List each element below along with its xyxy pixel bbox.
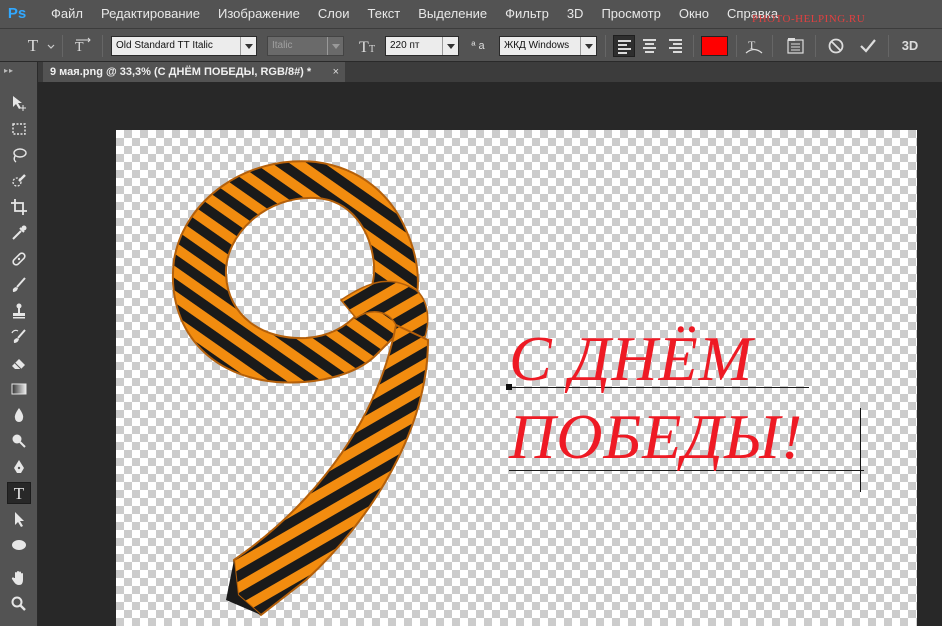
menu-file[interactable]: Файл: [42, 0, 92, 28]
font-size-icon: TT: [357, 36, 379, 56]
chevron-down-icon: [580, 37, 596, 55]
eraser-icon[interactable]: [7, 352, 31, 374]
3d-button[interactable]: 3D: [897, 36, 923, 56]
ribbon-number-nine-image: [171, 160, 430, 617]
document-canvas[interactable]: С ДНЁМ ПОБЕДЫ!: [116, 130, 917, 626]
menu-select[interactable]: Выделение: [409, 0, 496, 28]
eyedropper-icon[interactable]: [7, 222, 31, 244]
options-bar: T T Old Standard TT Italic Italic TT 220…: [0, 28, 942, 62]
separator: [888, 35, 889, 57]
separator: [736, 35, 737, 57]
quick-select-icon[interactable]: [7, 170, 31, 192]
move-icon[interactable]: [7, 92, 31, 114]
document-tab[interactable]: 9 мая.png @ 33,3% (С ДНЁМ ПОБЕДЫ, RGB/8#…: [43, 62, 345, 82]
menu-filter[interactable]: Фильтр: [496, 0, 558, 28]
preset-chevron-down-icon[interactable]: [46, 36, 56, 56]
close-icon[interactable]: ×: [333, 62, 339, 82]
path-select-icon[interactable]: [7, 508, 31, 530]
menu-view[interactable]: Просмотр: [592, 0, 669, 28]
lasso-icon[interactable]: [7, 144, 31, 166]
font-style-select[interactable]: Italic: [267, 36, 344, 56]
align-left-button[interactable]: [613, 35, 635, 57]
separator: [605, 35, 606, 57]
font-size-value: 220 пт: [390, 40, 420, 51]
menu-edit[interactable]: Редактирование: [92, 0, 209, 28]
type-tool-preset-icon[interactable]: T: [22, 36, 44, 56]
text-color-swatch[interactable]: [701, 36, 728, 56]
font-style-value: Italic: [272, 40, 293, 51]
svg-text:T: T: [359, 39, 369, 56]
separator: [62, 35, 63, 57]
font-family-select[interactable]: Old Standard TT Italic: [111, 36, 257, 56]
marquee-icon[interactable]: [7, 118, 31, 140]
type-icon[interactable]: T: [7, 482, 31, 504]
menu-type[interactable]: Текст: [359, 0, 410, 28]
menu-image[interactable]: Изображение: [209, 0, 309, 28]
cancel-edits-icon[interactable]: [825, 36, 847, 56]
align-right-button[interactable]: [665, 35, 687, 57]
zoom-icon[interactable]: [7, 593, 31, 615]
chevron-down-icon: [240, 37, 256, 55]
brush-icon[interactable]: [7, 274, 31, 296]
text-line-1[interactable]: С ДНЁМ: [509, 320, 879, 398]
character-panel-icon[interactable]: [785, 36, 807, 56]
crop-icon[interactable]: [7, 196, 31, 218]
separator: [693, 35, 694, 57]
stamp-icon[interactable]: [7, 300, 31, 322]
menu-bar: Ps Файл Редактирование Изображение Слои …: [0, 0, 942, 28]
separator: [772, 35, 773, 57]
font-size-select[interactable]: 220 пт: [385, 36, 459, 56]
menu-layer[interactable]: Слои: [309, 0, 359, 28]
hand-icon[interactable]: [7, 567, 31, 589]
separator: [815, 35, 816, 57]
photoshop-logo: Ps: [7, 5, 27, 22]
text-line-2[interactable]: ПОБЕДЫ!: [509, 398, 879, 476]
document-tab-bar: 9 мая.png @ 33,3% (С ДНЁМ ПОБЕДЫ, RGB/8#…: [0, 62, 942, 82]
svg-text:T: T: [369, 44, 375, 55]
warp-text-icon[interactable]: T: [743, 36, 765, 56]
blur-icon[interactable]: [7, 404, 31, 426]
text-layer[interactable]: С ДНЁМ ПОБЕДЫ!: [509, 320, 879, 476]
separator: [102, 35, 103, 57]
antialias-select[interactable]: ЖКД Windows: [499, 36, 597, 56]
gradient-icon[interactable]: [7, 378, 31, 400]
chevron-down-icon: [327, 37, 343, 55]
dodge-icon[interactable]: [7, 430, 31, 452]
tools-panel: ▸▸ T: [0, 62, 38, 626]
healing-icon[interactable]: [7, 248, 31, 270]
canvas-area[interactable]: С ДНЁМ ПОБЕДЫ!: [39, 82, 942, 626]
commit-edits-icon[interactable]: [857, 36, 879, 56]
watermark: PHOTO-HELPING.RU: [752, 13, 866, 25]
menu-3d[interactable]: 3D: [558, 0, 593, 28]
ellipse-icon[interactable]: [7, 534, 31, 556]
history-brush-icon[interactable]: [7, 326, 31, 348]
antialias-icon: ª a: [471, 40, 485, 52]
panel-grip-icon[interactable]: ▸▸: [4, 66, 14, 75]
align-center-button[interactable]: [639, 35, 661, 57]
svg-text:T: T: [75, 40, 84, 55]
chevron-down-icon: [442, 37, 458, 55]
antialias-value: ЖКД Windows: [504, 40, 570, 51]
font-family-value: Old Standard TT Italic: [116, 40, 213, 51]
document-tab-title: 9 мая.png @ 33,3% (С ДНЁМ ПОБЕДЫ, RGB/8#…: [50, 66, 312, 78]
text-cursor: [860, 408, 861, 492]
toggle-orientation-icon[interactable]: T: [72, 36, 94, 56]
pen-icon[interactable]: [7, 456, 31, 478]
menu-window[interactable]: Окно: [670, 0, 718, 28]
